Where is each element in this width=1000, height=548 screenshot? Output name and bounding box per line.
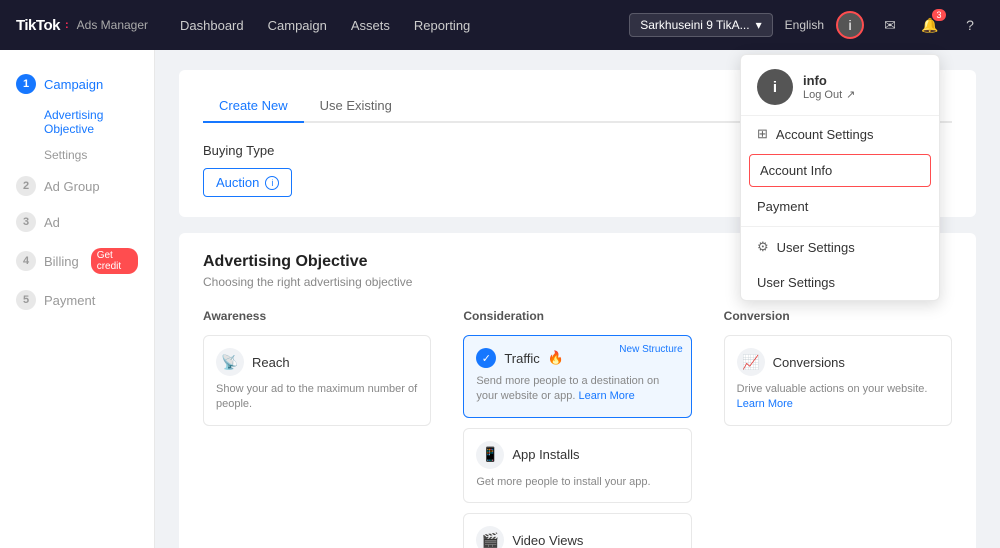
grid-icon: ⊞ [757, 126, 768, 142]
account-info-item[interactable]: Account Info [749, 154, 931, 187]
messages-icon-button[interactable]: ✉ [876, 11, 904, 39]
settings-icon: ⚙ [757, 239, 769, 255]
auction-label: Auction [216, 175, 259, 190]
conversions-card[interactable]: 📈 Conversions Drive valuable actions on … [724, 335, 952, 426]
main-nav: Dashboard Campaign Assets Reporting [180, 14, 629, 37]
nav-dashboard[interactable]: Dashboard [180, 14, 244, 37]
app-installs-header: 📱 App Installs [476, 441, 678, 469]
sidebar-step-payment[interactable]: 5 Payment [0, 282, 154, 318]
awareness-title: Awareness [203, 309, 431, 323]
app-installs-card[interactable]: 📱 App Installs Get more people to instal… [463, 428, 691, 503]
new-structure-badge: New Structure [619, 344, 682, 355]
tab-use-existing[interactable]: Use Existing [304, 90, 408, 123]
conversions-name: Conversions [773, 355, 845, 370]
step-number-5: 5 [16, 290, 36, 310]
billing-badge: Get credit [91, 248, 138, 274]
consideration-column: Consideration New Structure ✓ Traffic 🔥 … [463, 309, 691, 548]
traffic-card[interactable]: New Structure ✓ Traffic 🔥 Send more peop… [463, 335, 691, 418]
sidebar-settings[interactable]: Settings [0, 142, 154, 168]
user-settings-item[interactable]: User Settings [741, 265, 939, 300]
step-number-1: 1 [16, 74, 36, 94]
header: TikTok : Ads Manager Dashboard Campaign … [0, 0, 1000, 50]
question-icon: ? [966, 17, 974, 33]
traffic-name: Traffic [504, 351, 539, 366]
sidebar-payment-label: Payment [44, 293, 95, 308]
header-right: Sarkhuseini 9 TikA... ▾ English i ✉ 🔔 3 … [629, 11, 984, 39]
dropdown-avatar: i [757, 69, 793, 105]
sidebar: 1 Campaign Advertising Objective Setting… [0, 50, 155, 548]
video-views-name: Video Views [512, 533, 583, 548]
sidebar-adgroup-label: Ad Group [44, 179, 100, 194]
language-selector[interactable]: English [785, 18, 824, 32]
video-views-card[interactable]: 🎬 Video Views Get more people to view yo… [463, 513, 691, 548]
reach-desc: Show your ad to the maximum number of pe… [216, 382, 418, 413]
notifications-icon-button[interactable]: 🔔 3 [916, 11, 944, 39]
logout-button[interactable]: Log Out ↗ [803, 88, 855, 101]
help-icon-button[interactable]: ? [956, 11, 984, 39]
reach-card[interactable]: 📡 Reach Show your ad to the maximum numb… [203, 335, 431, 426]
step-number-4: 4 [16, 251, 36, 271]
consideration-title: Consideration [463, 309, 691, 323]
sidebar-step-ad[interactable]: 3 Ad [0, 204, 154, 240]
obj-columns: Awareness 📡 Reach Show your ad to the ma… [203, 309, 952, 548]
profile-icon-button[interactable]: i [836, 11, 864, 39]
sidebar-step-campaign[interactable]: 1 Campaign [0, 66, 154, 102]
dropdown-header: i info Log Out ↗ [741, 55, 939, 116]
app-installs-icon: 📱 [476, 441, 504, 469]
payment-item[interactable]: Payment [741, 189, 939, 224]
sidebar-campaign-label: Campaign [44, 77, 103, 92]
sidebar-billing-label: Billing [44, 254, 79, 269]
tab-create-new[interactable]: Create New [203, 90, 304, 123]
sidebar-advertising-objective[interactable]: Advertising Objective [0, 102, 154, 142]
app-installs-desc: Get more people to install your app. [476, 475, 678, 490]
reach-card-header: 📡 Reach [216, 348, 418, 376]
reach-icon: 📡 [216, 348, 244, 376]
account-selector[interactable]: Sarkhuseini 9 TikA... ▾ [629, 13, 772, 37]
conversions-icon: 📈 [737, 348, 765, 376]
brand: TikTok : Ads Manager [16, 17, 148, 34]
dropdown-divider [741, 226, 939, 227]
dropdown-username: info [803, 73, 855, 88]
conversion-title: Conversion [724, 309, 952, 323]
ads-manager-label: Ads Manager [77, 18, 148, 32]
conversions-learn-more[interactable]: Learn More [737, 398, 793, 410]
dropdown-user-info: info Log Out ↗ [803, 73, 855, 101]
traffic-desc: Send more people to a destination on you… [476, 374, 678, 405]
conversions-header: 📈 Conversions [737, 348, 939, 376]
auction-button[interactable]: Auction i [203, 168, 292, 197]
traffic-emoji: 🔥 [548, 350, 564, 366]
awareness-column: Awareness 📡 Reach Show your ad to the ma… [203, 309, 431, 548]
traffic-learn-more[interactable]: Learn More [578, 390, 634, 402]
mail-icon: ✉ [884, 17, 896, 34]
logout-icon: ↗ [846, 88, 855, 101]
info-icon: i [265, 176, 279, 190]
conversion-column: Conversion 📈 Conversions Drive valuable … [724, 309, 952, 548]
video-views-icon: 🎬 [476, 526, 504, 548]
nav-reporting[interactable]: Reporting [414, 14, 470, 37]
nav-assets[interactable]: Assets [351, 14, 390, 37]
notification-badge: 3 [932, 9, 946, 21]
nav-campaign[interactable]: Campaign [268, 14, 327, 37]
account-selector-value: Sarkhuseini 9 TikA... [640, 18, 749, 32]
step-number-3: 3 [16, 212, 36, 232]
video-views-header: 🎬 Video Views [476, 526, 678, 548]
sidebar-step-billing[interactable]: 4 Billing Get credit [0, 240, 154, 282]
app-installs-name: App Installs [512, 447, 579, 462]
sidebar-step-adgroup[interactable]: 2 Ad Group [0, 168, 154, 204]
sidebar-ad-label: Ad [44, 215, 60, 230]
traffic-check-icon: ✓ [476, 348, 496, 368]
reach-name: Reach [252, 355, 290, 370]
account-settings-item[interactable]: ⊞ Account Settings [741, 116, 939, 152]
user-settings-header-item[interactable]: ⚙ User Settings [741, 229, 939, 265]
profile-dropdown: i info Log Out ↗ ⊞ Account Settings Acco… [740, 54, 940, 301]
profile-letter: i [848, 17, 851, 33]
tiktok-logo: TikTok [16, 17, 60, 34]
step-number-2: 2 [16, 176, 36, 196]
conversions-desc: Drive valuable actions on your website. … [737, 382, 939, 413]
chevron-down-icon: ▾ [756, 18, 762, 32]
